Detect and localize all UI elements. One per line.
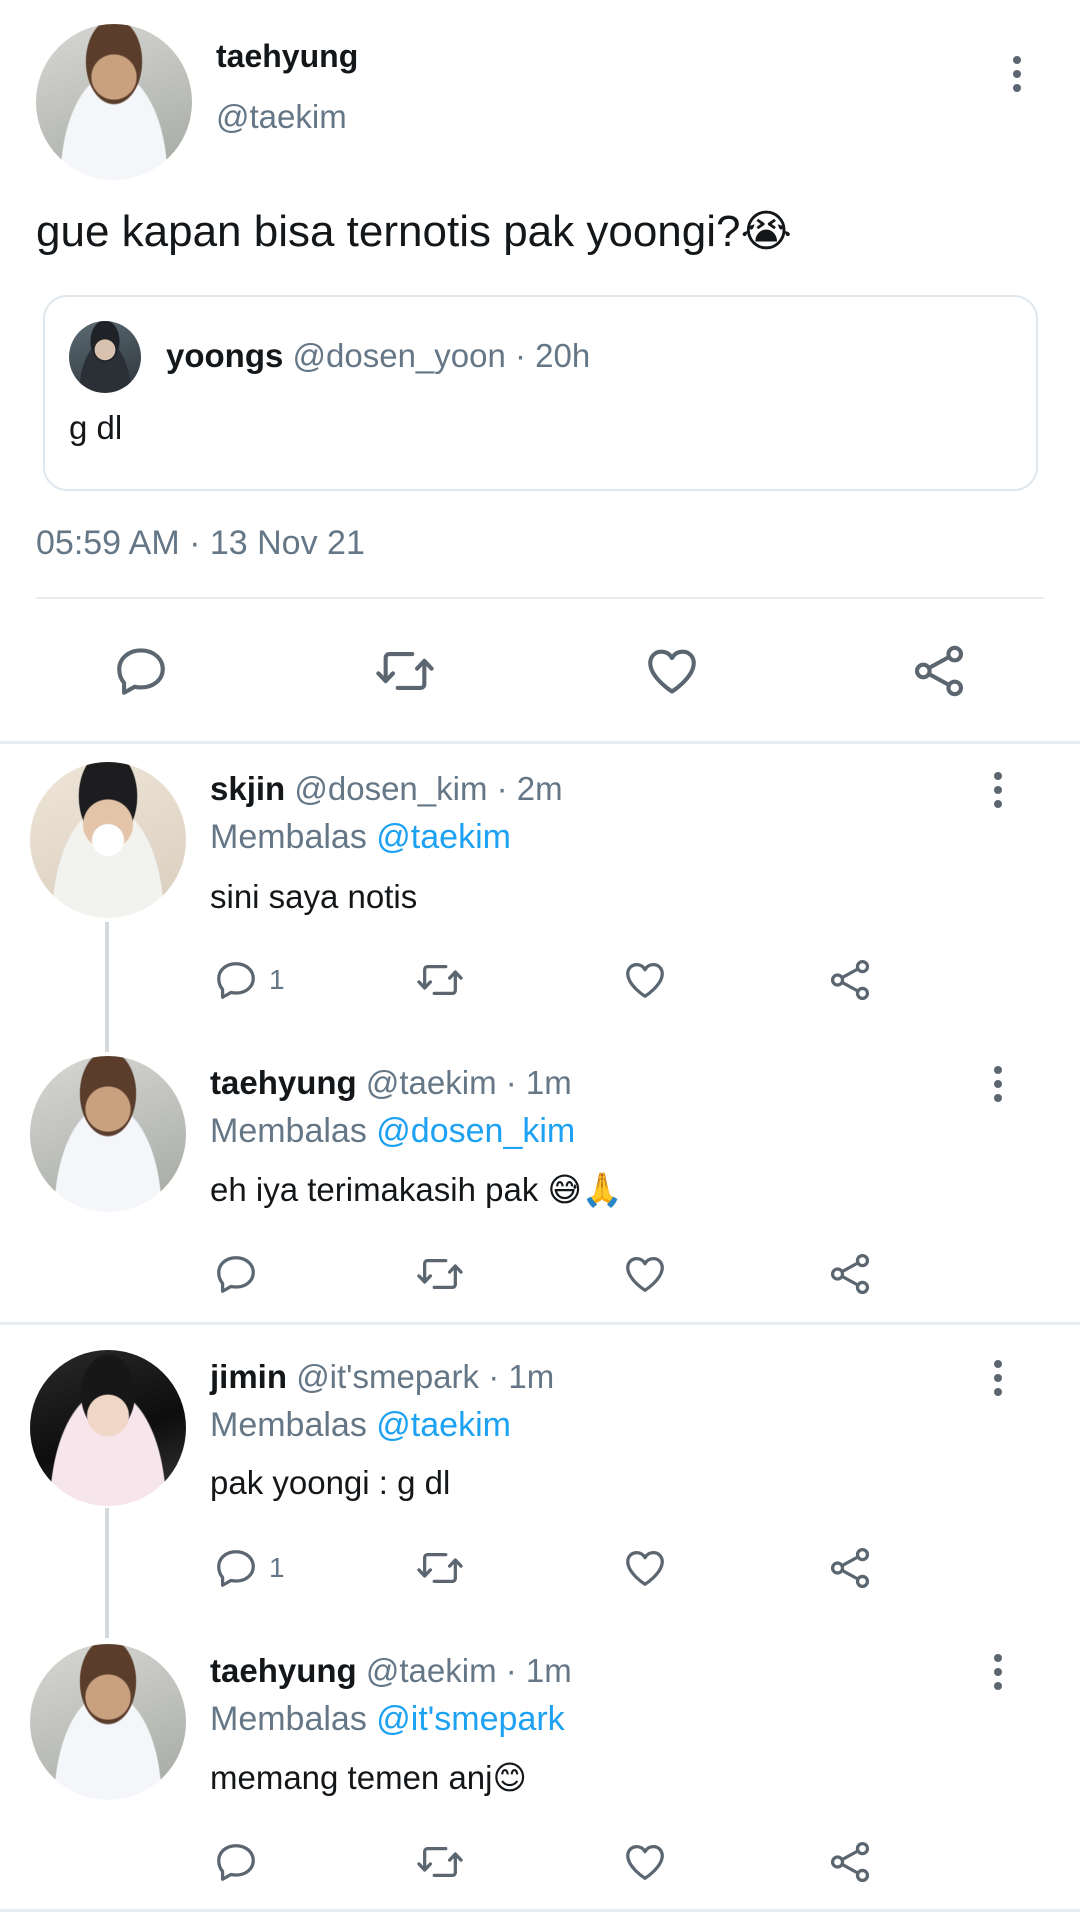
reply-icon xyxy=(217,1844,255,1881)
share-icon xyxy=(830,959,870,1001)
share-button[interactable] xyxy=(827,957,873,1003)
retweet-button[interactable] xyxy=(413,1545,467,1591)
reply-time: · 1m xyxy=(488,1358,555,1395)
reply-display-name[interactable]: skjin xyxy=(210,770,285,807)
reply-icon xyxy=(217,1550,255,1587)
share-icon xyxy=(914,645,964,697)
author-handle[interactable]: @taekim xyxy=(216,98,347,136)
timestamp-divider xyxy=(36,597,1044,599)
heart-icon xyxy=(626,1257,664,1292)
reply-text: eh iya terimakasih pak 😅🙏 xyxy=(210,1171,623,1208)
reply-button[interactable]: 1 xyxy=(213,957,285,1003)
retweet-button[interactable] xyxy=(413,957,467,1003)
quoted-tweet-card[interactable]: yoongs @dosen_yoon · 20h g dl xyxy=(43,295,1038,491)
reply-time: · 2m xyxy=(496,770,563,807)
quoted-text: g dl xyxy=(69,409,123,446)
author-avatar[interactable] xyxy=(36,24,192,180)
reply-handle[interactable]: @taekim xyxy=(366,1064,497,1101)
share-button[interactable] xyxy=(827,1839,873,1885)
like-button[interactable] xyxy=(621,957,669,1003)
reply-button[interactable] xyxy=(213,1839,269,1885)
replying-to-label: Membalas xyxy=(210,1112,367,1150)
heart-icon xyxy=(626,963,664,998)
reply-button[interactable] xyxy=(213,1251,269,1297)
replying-to-label: Membalas xyxy=(210,818,367,856)
heart-icon xyxy=(626,1845,664,1880)
quoted-handle: @dosen_yoon xyxy=(292,337,506,374)
retweet-icon xyxy=(417,1552,463,1584)
reply-display-name[interactable]: taehyung xyxy=(210,1652,357,1689)
replying-to-link[interactable]: @dosen_kim xyxy=(376,1112,575,1150)
reply-count: 1 xyxy=(269,1552,285,1583)
retweet-icon xyxy=(417,964,463,996)
reply-button[interactable] xyxy=(112,642,170,700)
reply-count: 1 xyxy=(269,964,285,995)
section-divider xyxy=(0,1322,1080,1325)
reply-text: sini saya notis xyxy=(210,878,418,915)
retweet-button[interactable] xyxy=(413,1839,467,1885)
reply-text: pak yoongi : g dl xyxy=(210,1464,451,1501)
reply-time: · 1m xyxy=(505,1064,572,1101)
section-divider xyxy=(0,1909,1080,1912)
quoted-display-name: yoongs xyxy=(166,337,284,374)
reply-icon xyxy=(117,648,165,695)
retweet-icon xyxy=(376,652,434,690)
reply-handle[interactable]: @taekim xyxy=(366,1652,497,1689)
retweet-icon xyxy=(417,1258,463,1290)
like-button[interactable] xyxy=(621,1545,669,1591)
share-button[interactable] xyxy=(827,1251,873,1297)
reply-avatar[interactable] xyxy=(30,1056,186,1212)
reply-avatar[interactable] xyxy=(30,1644,186,1800)
like-button[interactable] xyxy=(621,1839,669,1885)
replying-to-link[interactable]: @it'smepark xyxy=(376,1700,564,1738)
reply-display-name[interactable]: jimin xyxy=(210,1358,287,1395)
more-options-icon[interactable] xyxy=(992,1654,1004,1696)
share-icon xyxy=(830,1253,870,1295)
more-options-icon[interactable] xyxy=(992,772,1004,814)
heart-icon xyxy=(626,1551,664,1586)
replying-to-link[interactable]: @taekim xyxy=(376,1406,511,1444)
reply-icon xyxy=(217,962,255,999)
thread-line xyxy=(105,1508,109,1638)
reply-handle[interactable]: @it'smepark xyxy=(296,1358,479,1395)
replying-to-label: Membalas xyxy=(210,1406,367,1444)
like-button[interactable] xyxy=(621,1251,669,1297)
tweet-text: gue kapan bisa ternotis pak yoongi?😭 xyxy=(36,207,792,256)
retweet-button[interactable] xyxy=(372,642,438,700)
more-options-icon[interactable] xyxy=(992,1066,1004,1108)
heart-icon xyxy=(648,649,696,694)
thread-line xyxy=(105,922,109,1052)
reply-avatar[interactable] xyxy=(30,762,186,918)
reply-handle[interactable]: @dosen_kim xyxy=(294,770,487,807)
replying-to-link[interactable]: @taekim xyxy=(376,818,511,856)
reply-icon xyxy=(217,1256,255,1293)
retweet-icon xyxy=(417,1846,463,1878)
reply-avatar[interactable] xyxy=(30,1350,186,1506)
quoted-author-avatar xyxy=(69,321,141,393)
share-icon xyxy=(830,1547,870,1589)
more-options-icon[interactable] xyxy=(1011,56,1023,98)
quoted-time: · 20h xyxy=(515,337,591,374)
reply-display-name[interactable]: taehyung xyxy=(210,1064,357,1101)
reply-button[interactable]: 1 xyxy=(213,1545,285,1591)
author-display-name[interactable]: taehyung xyxy=(216,38,358,75)
replying-to-label: Membalas xyxy=(210,1700,367,1738)
reply-text: memang temen anj😊 xyxy=(210,1759,527,1796)
share-icon xyxy=(830,1841,870,1883)
more-options-icon[interactable] xyxy=(992,1360,1004,1402)
section-divider xyxy=(0,741,1080,744)
share-button[interactable] xyxy=(910,642,968,700)
like-button[interactable] xyxy=(642,642,702,700)
reply-time: · 1m xyxy=(505,1652,572,1689)
retweet-button[interactable] xyxy=(413,1251,467,1297)
share-button[interactable] xyxy=(827,1545,873,1591)
tweet-timestamp: 05:59 AM · 13 Nov 21 xyxy=(36,524,365,562)
